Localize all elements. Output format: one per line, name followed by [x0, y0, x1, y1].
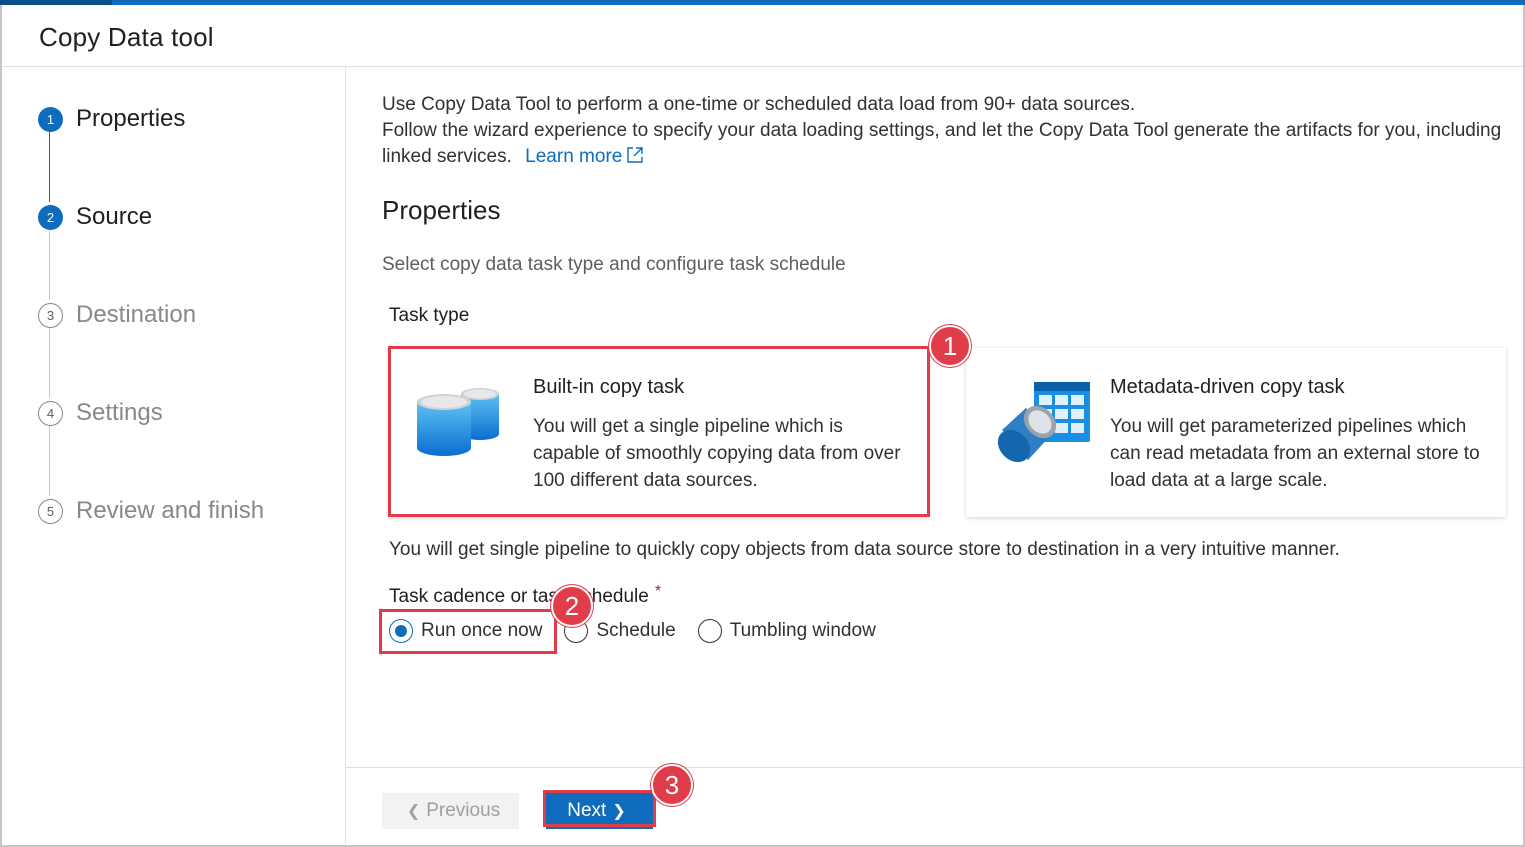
step-label: Settings [76, 399, 163, 426]
step-number: 4 [38, 400, 63, 426]
dialog-title: Copy Data tool [39, 22, 214, 52]
intro-line-3: linked services. [382, 146, 512, 167]
task-cadence-label: Task cadence or task schedule * [389, 583, 661, 608]
callout-highlight-box [379, 609, 557, 654]
callout-badge-3: 3 [651, 764, 693, 806]
step-settings[interactable]: 4 Settings [38, 399, 163, 427]
intro-line-2: Follow the wizard experience to specify … [382, 120, 1502, 141]
step-number: 3 [38, 302, 63, 328]
step-label: Destination [76, 301, 197, 328]
callout-badge-2: 2 [551, 585, 593, 627]
step-number: 1 [38, 106, 63, 132]
section-description: Select copy data task type and configure… [382, 254, 846, 275]
metadata-driven-copy-task-card[interactable]: Metadata-driven copy task You will get p… [966, 348, 1506, 517]
step-connector [49, 328, 50, 398]
previous-label: Previous [426, 800, 501, 821]
radio-tumbling-window[interactable]: Tumbling window [697, 619, 876, 643]
intro-line-3-row: linked services. Learn more [382, 144, 1501, 172]
step-number: 2 [38, 204, 63, 230]
wizard-footer: ❮ Previous Next ❯ 3 [346, 764, 1523, 845]
step-connector [49, 132, 50, 202]
step-destination[interactable]: 3 Destination [38, 301, 196, 329]
cadence-label-text: Task cadence or task schedule [389, 586, 649, 607]
step-number: 5 [38, 498, 63, 524]
step-label: Source [76, 203, 153, 230]
wizard-steps-sidebar: 1 Properties 2 Source 3 Destination 4 Se… [2, 67, 346, 845]
task-type-hint: You will get single pipeline to quickly … [389, 539, 1340, 560]
section-title: Properties [382, 195, 501, 225]
intro-line-1: Use Copy Data Tool to perform a one-time… [382, 94, 1136, 115]
step-properties[interactable]: 1 Properties [38, 105, 185, 133]
step-connector [49, 230, 50, 300]
radio-label: Tumbling window [729, 620, 876, 641]
main-content: Use Copy Data Tool to perform a one-time… [346, 67, 1523, 767]
step-connector [49, 426, 50, 496]
card-title: Metadata-driven copy task [1110, 376, 1345, 398]
step-review-and-finish[interactable]: 5 Review and finish [38, 497, 264, 525]
chevron-left-icon: ❮ [406, 803, 421, 820]
required-asterisk: * [654, 583, 662, 600]
step-label: Review and finish [76, 497, 265, 524]
metadata-table-icon [992, 380, 1092, 475]
step-label: Properties [76, 105, 186, 132]
radio-label: Schedule [596, 620, 676, 641]
step-source[interactable]: 2 Source [38, 203, 152, 231]
external-link-icon [626, 146, 644, 172]
callout-highlight-box [388, 346, 930, 517]
card-description: You will get parameterized pipelines whi… [1110, 416, 1480, 491]
previous-button[interactable]: ❮ Previous [382, 793, 519, 829]
callout-highlight-box [543, 790, 656, 827]
task-type-label: Task type [389, 305, 470, 326]
learn-more-label: Learn more [525, 146, 623, 167]
learn-more-link[interactable]: Learn more [525, 146, 644, 167]
callout-badge-1: 1 [929, 325, 971, 367]
intro-text: Use Copy Data Tool to perform a one-time… [382, 92, 1501, 172]
radio-circle[interactable] [697, 619, 722, 643]
